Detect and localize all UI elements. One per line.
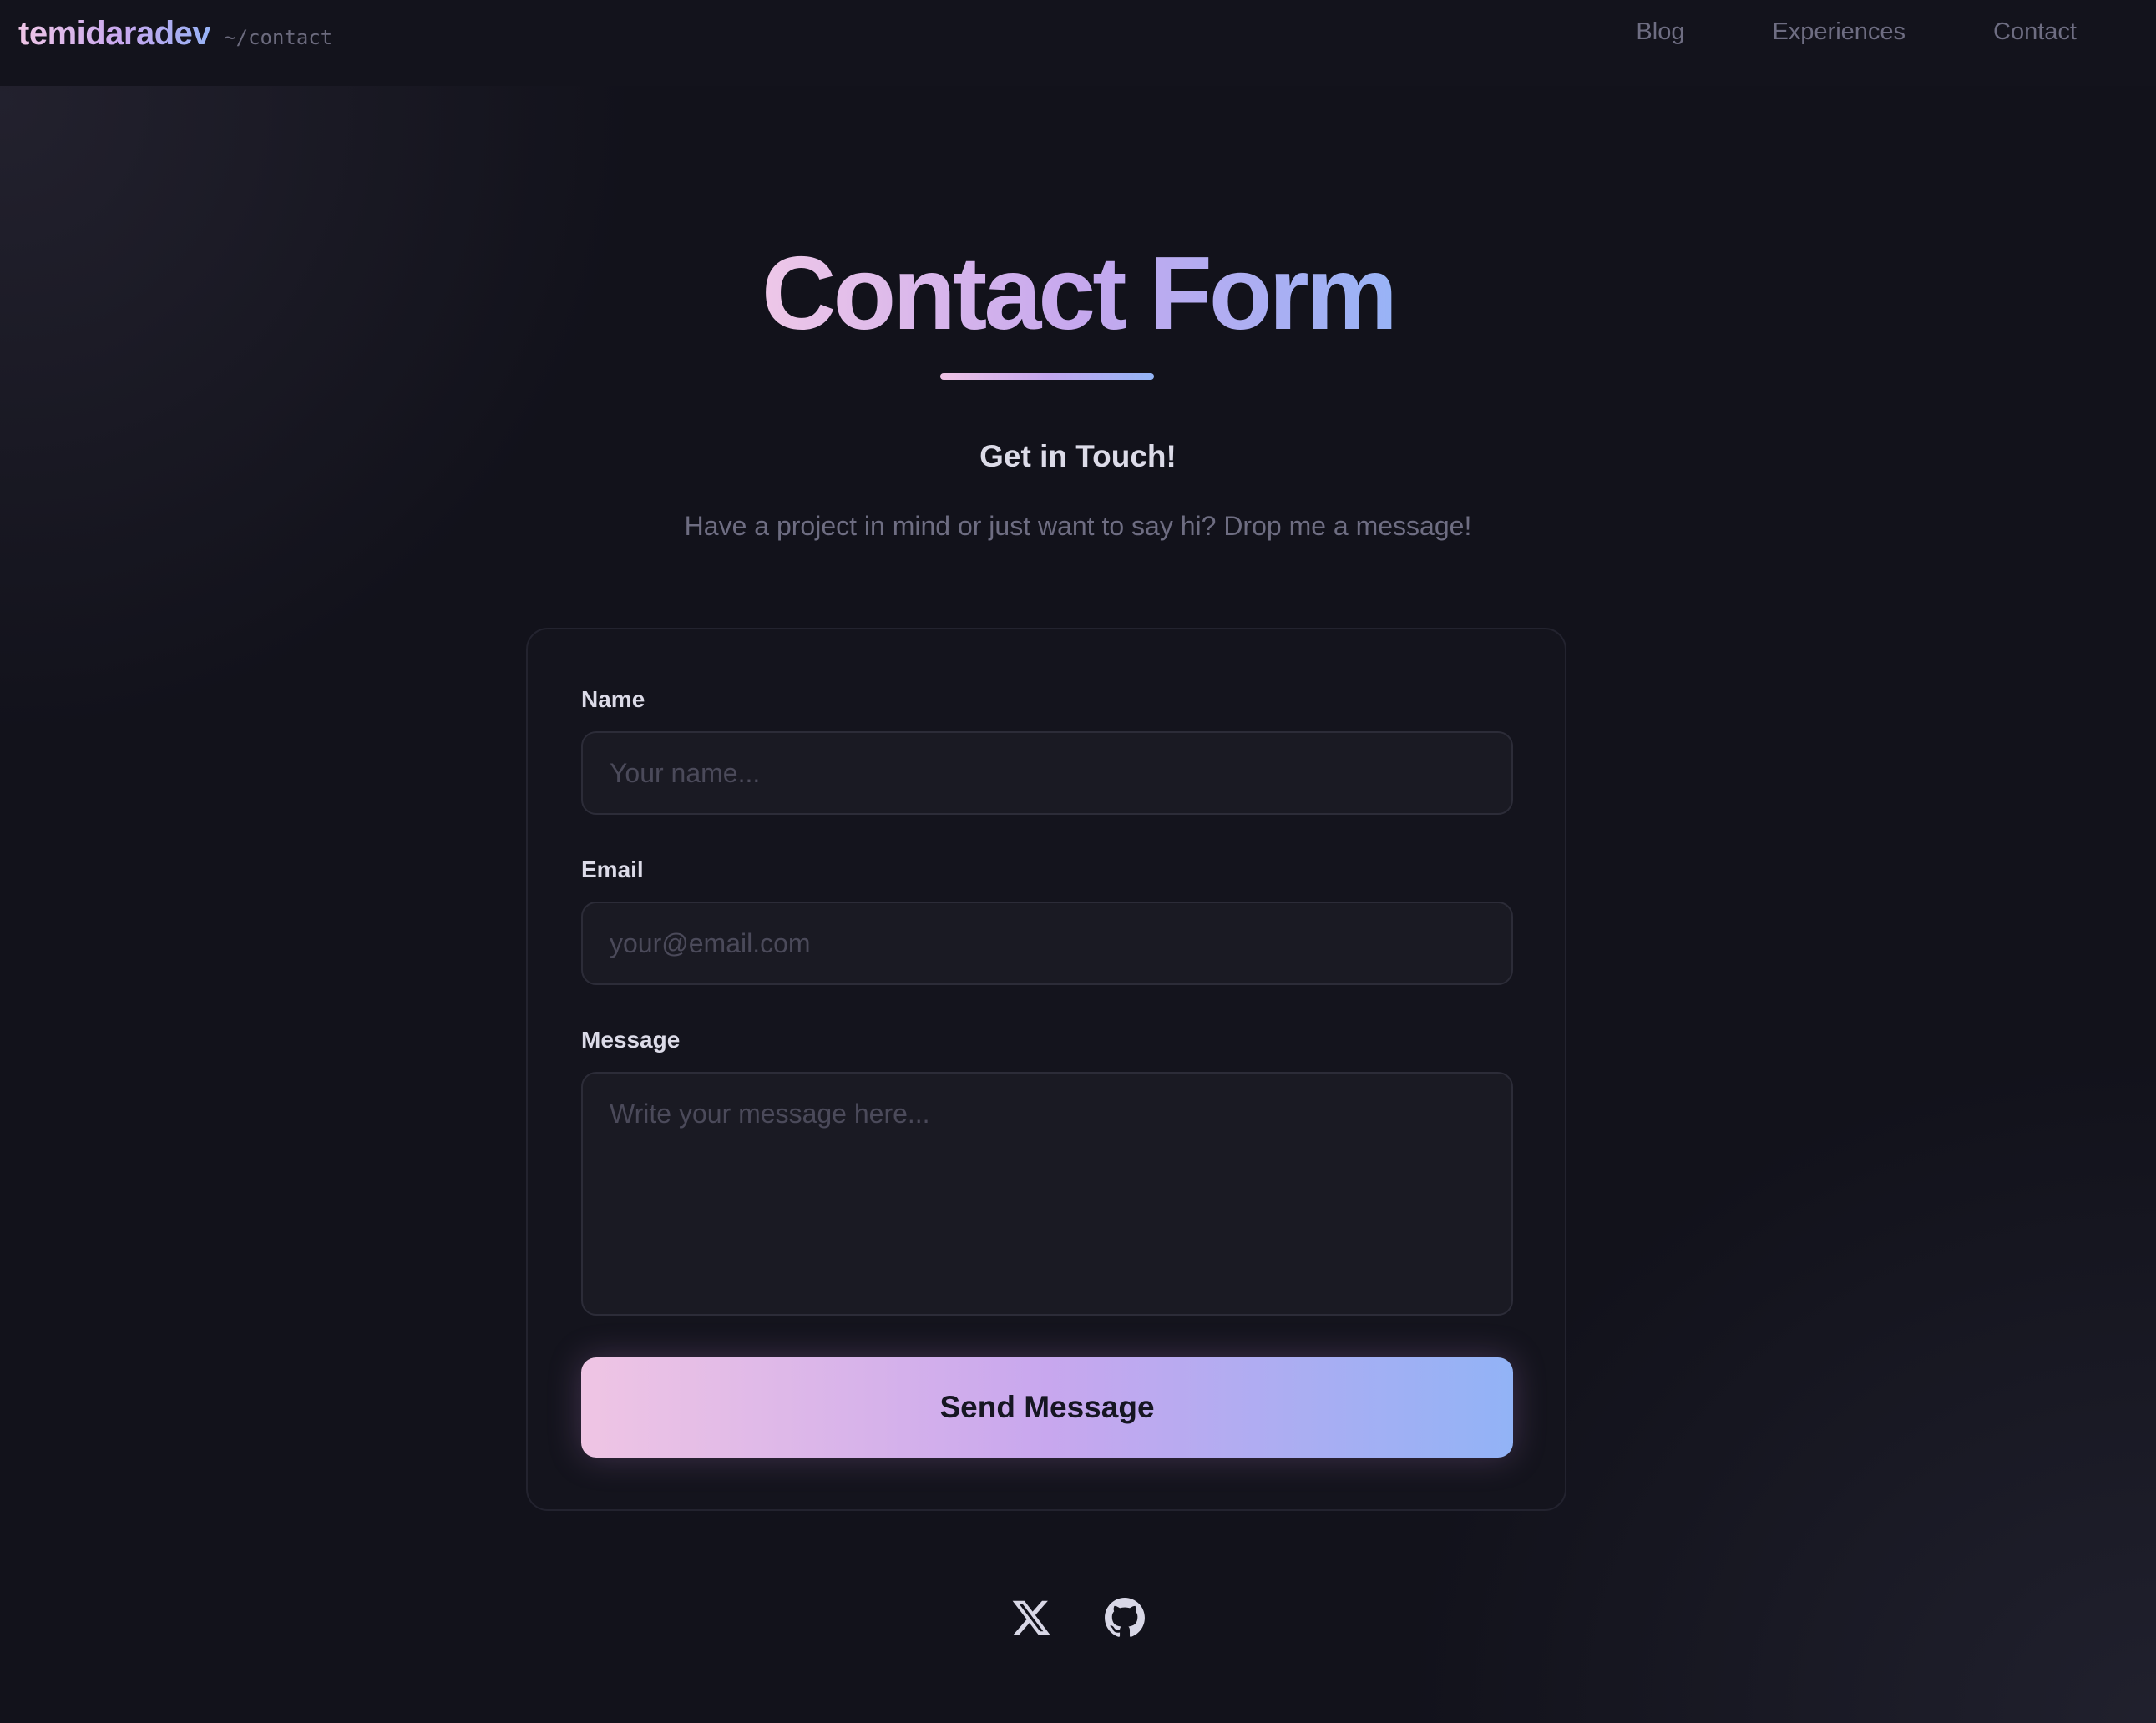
email-label: Email	[581, 856, 644, 882]
page-title-text: Contact Form	[762, 236, 1398, 351]
message-label: Message	[581, 1027, 681, 1053]
email-input[interactable]	[581, 902, 1513, 985]
nav-link-experiences[interactable]: Experiences	[1772, 18, 1905, 46]
brand[interactable]: temidaradev ~/contact	[18, 15, 332, 53]
social-links	[0, 1596, 2156, 1640]
contact-form: Name Email Message Send Message	[526, 628, 1566, 1511]
github-link[interactable]	[1103, 1596, 1146, 1640]
page-title: Contact Form	[0, 242, 2156, 346]
message-textarea[interactable]	[581, 1072, 1513, 1316]
contact-page: temidaradev ~/contact Blog Experiences C…	[0, 0, 2156, 1723]
nav-link-blog[interactable]: Blog	[1636, 18, 1684, 46]
brand-path: ~/contact	[224, 26, 333, 49]
x-twitter-icon	[1012, 1600, 1050, 1635]
name-label: Name	[581, 686, 645, 712]
site-header: temidaradev ~/contact Blog Experiences C…	[0, 0, 2156, 86]
title-underline	[940, 373, 1154, 380]
section-subtitle: Get in Touch!	[979, 439, 1177, 473]
send-message-button[interactable]: Send Message	[581, 1357, 1513, 1458]
x-twitter-link[interactable]	[1010, 1596, 1053, 1640]
github-icon	[1105, 1598, 1145, 1637]
brand-name[interactable]: temidaradev	[18, 15, 211, 53]
nav-link-contact[interactable]: Contact	[1993, 18, 2077, 46]
name-input[interactable]	[581, 731, 1513, 815]
main-nav: Blog Experiences Contact	[1636, 18, 2077, 46]
intro-text: Have a project in mind or just want to s…	[684, 511, 1472, 541]
